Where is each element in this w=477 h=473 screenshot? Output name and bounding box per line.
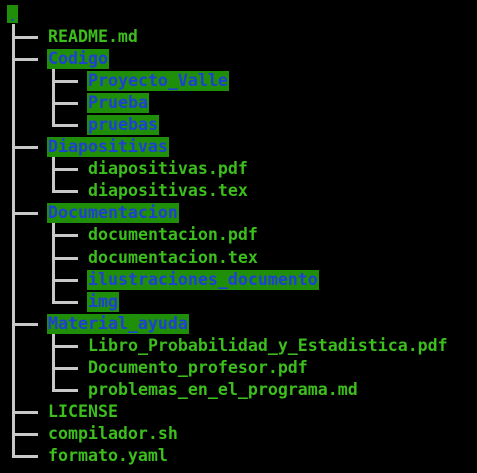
file-item-documentacion-tex[interactable]: documentacion.tex	[88, 248, 258, 268]
tree-branch-line	[12, 36, 38, 40]
folder-item-documentacion[interactable]: Documentacion	[47, 203, 179, 224]
file-item-documentacion-pdf[interactable]: documentacion.pdf	[88, 225, 258, 245]
folder-item-pruebas[interactable]: pruebas	[87, 115, 159, 136]
file-item-readme-md[interactable]: README.md	[48, 27, 138, 47]
folder-item-codigo[interactable]: Codigo	[47, 49, 109, 70]
tree-branch-line	[52, 190, 78, 194]
folder-item-ilustraciones-documento[interactable]: ilustraciones_documento	[87, 269, 319, 290]
tree-branch-line	[52, 168, 78, 172]
directory-tree: . README.md Codigo Proyecto_Valle Prueba pru…	[0, 0, 477, 473]
file-item-diapositivas-pdf[interactable]: diapositivas.pdf	[88, 159, 248, 179]
subtree-trunk-line	[52, 332, 55, 391]
tree-branch-line	[52, 234, 78, 238]
tree-root-label: .	[9, 10, 17, 24]
tree-branch-line	[52, 256, 78, 260]
tree-branch-line	[52, 344, 78, 348]
tree-trunk-line	[12, 24, 15, 457]
tree-branch-line	[12, 322, 38, 326]
subtree-trunk-line	[52, 156, 55, 193]
folder-item-material-ayuda[interactable]: Material_ayuda	[47, 313, 189, 334]
folder-item-diapositivas[interactable]: Diapositivas	[47, 137, 169, 158]
tree-branch-line	[12, 454, 38, 458]
tree-branch-line	[12, 146, 38, 150]
tree-branch-line	[12, 410, 38, 414]
tree-branch-line	[52, 124, 78, 128]
tree-branch-line	[52, 388, 78, 392]
tree-branch-line	[12, 58, 38, 62]
subtree-trunk-line	[52, 68, 55, 127]
file-item-documento-profesor-pdf[interactable]: Documento_profesor.pdf	[88, 358, 308, 378]
tree-branch-line	[52, 80, 78, 84]
file-item-license[interactable]: LICENSE	[48, 402, 118, 422]
folder-item-prueba[interactable]: Prueba	[87, 93, 149, 114]
tree-branch-line	[52, 102, 78, 106]
file-item-diapositivas-tex[interactable]: diapositivas.tex	[88, 181, 248, 201]
file-item-libro-probabilidad-y-estadistica-pdf[interactable]: Libro_Probabilidad_y_Estadistica.pdf	[88, 336, 448, 356]
tree-branch-line	[12, 212, 38, 216]
file-item-formato-yaml[interactable]: formato.yaml	[48, 446, 168, 466]
file-item-problemas-en-el-programa-md[interactable]: problemas_en_el_programa.md	[88, 380, 358, 400]
tree-branch-line	[52, 278, 78, 282]
file-item-compilador-sh[interactable]: compilador.sh	[48, 424, 178, 444]
tree-branch-line	[12, 432, 38, 436]
tree-branch-line	[52, 366, 78, 370]
tree-root[interactable]: .	[7, 5, 18, 23]
folder-item-img[interactable]: img	[87, 291, 119, 312]
folder-item-proyecto-valle[interactable]: Proyecto_Valle	[87, 71, 229, 92]
tree-branch-line	[52, 300, 78, 304]
